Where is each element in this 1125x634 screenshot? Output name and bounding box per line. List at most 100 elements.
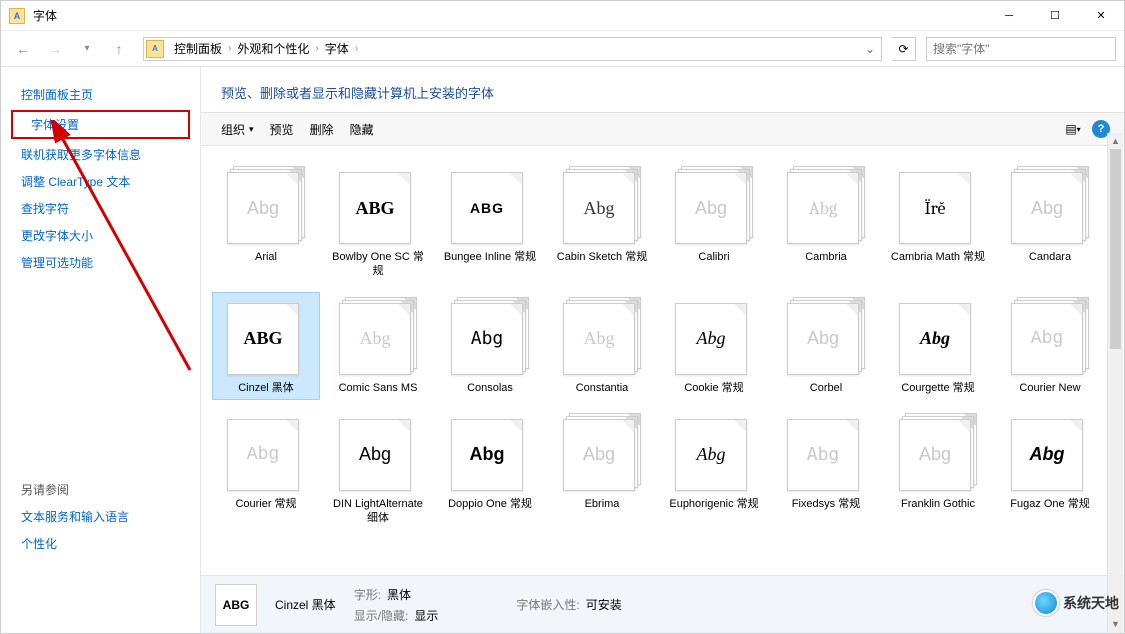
sidebar-item-optional-features[interactable]: 管理可选功能 — [1, 249, 200, 276]
font-grid-scroll[interactable]: AbgArialABGBowlby One SC 常规ABGBungee Inl… — [201, 146, 1124, 575]
scroll-thumb[interactable] — [1110, 149, 1121, 349]
font-sample: Abg — [1011, 303, 1083, 375]
sidebar-item-cleartype[interactable]: 调整 ClearType 文本 — [1, 168, 200, 195]
font-item[interactable]: AbgFixedsys 常规 — [773, 409, 879, 530]
toolbar: 组织▾ 预览 删除 隐藏 ▤ ▾ ? — [201, 112, 1124, 146]
font-item[interactable]: Abg Euphorigenic 常规 — [661, 409, 767, 530]
font-label: Bowlby One SC 常规 — [328, 250, 428, 279]
font-item[interactable]: AbgArial — [213, 162, 319, 283]
forward-button[interactable]: → — [41, 35, 69, 63]
font-item[interactable]: AbgConsolas — [437, 293, 543, 399]
sidebar-item-text-services[interactable]: 文本服务和输入语言 — [1, 503, 200, 530]
page-heading: 预览、删除或者显示和隐藏计算机上安装的字体 — [201, 67, 1124, 112]
font-sample: Ïrĕ — [899, 172, 971, 244]
font-thumbnail: Abg — [1011, 297, 1089, 375]
back-button[interactable]: ← — [9, 35, 37, 63]
view-options-button[interactable]: ▤ ▾ — [1062, 118, 1084, 140]
refresh-button[interactable]: ⟳ — [892, 37, 916, 61]
maximize-button[interactable]: ☐ — [1032, 1, 1078, 31]
breadcrumb-appearance[interactable]: 外观和个性化 — [233, 40, 313, 57]
details-showhide-label: 显示/隐藏: — [354, 607, 409, 624]
address-bar[interactable]: A 控制面板 › 外观和个性化 › 字体 › ⌄ — [143, 37, 882, 61]
scroll-track[interactable] — [1108, 149, 1123, 616]
sidebar-item-home[interactable]: 控制面板主页 — [1, 81, 200, 108]
window-controls: ─ ☐ ✕ — [986, 1, 1124, 31]
scroll-up-button[interactable]: ▲ — [1108, 133, 1123, 149]
font-sample: Abg — [339, 303, 411, 375]
sidebar-item-find-char[interactable]: 查找字符 — [1, 195, 200, 222]
font-thumbnail: ABG — [227, 297, 305, 375]
font-label: Corbel — [810, 381, 842, 395]
font-thumbnail: Abg — [339, 413, 417, 491]
font-thumbnail: Abg — [227, 413, 305, 491]
hide-button[interactable]: 隐藏 — [342, 117, 382, 142]
font-item[interactable]: AbgFugaz One 常规 — [997, 409, 1103, 530]
font-item[interactable]: ABG Bowlby One SC 常规 — [325, 162, 431, 283]
search-input[interactable] — [926, 37, 1116, 61]
sidebar-item-personalization[interactable]: 个性化 — [1, 530, 200, 557]
font-item[interactable]: Abg Courier New — [997, 293, 1103, 399]
breadcrumb-control-panel[interactable]: 控制面板 — [170, 40, 226, 57]
font-item[interactable]: ABG Cinzel 黑体 — [213, 293, 319, 399]
font-label: Constantia — [576, 381, 629, 395]
font-sample: Abg — [675, 419, 747, 491]
font-item[interactable]: ÏrĕCambria Math 常规 — [885, 162, 991, 283]
organize-button[interactable]: 组织▾ — [213, 117, 262, 142]
up-button[interactable]: ↑ — [105, 35, 133, 63]
font-item[interactable]: AbgCookie 常规 — [661, 293, 767, 399]
preview-button[interactable]: 预览 — [262, 117, 302, 142]
font-thumbnail: Abg — [675, 166, 753, 244]
font-thumbnail: ABG — [451, 166, 529, 244]
font-item[interactable]: AbgDIN LightAlternate 细体 — [325, 409, 431, 530]
font-item[interactable]: AbgCourgette 常规 — [885, 293, 991, 399]
font-thumbnail: Abg — [899, 413, 977, 491]
font-label: Arial — [255, 250, 277, 264]
font-item[interactable]: ABG Bungee Inline 常规 — [437, 162, 543, 283]
breadcrumb-fonts[interactable]: 字体 — [321, 40, 353, 57]
recent-dropdown-button[interactable]: ▾ — [73, 35, 101, 63]
delete-button[interactable]: 删除 — [302, 117, 342, 142]
font-item[interactable]: AbgCabin Sketch 常规 — [549, 162, 655, 283]
font-sample: Abg — [675, 303, 747, 375]
font-label: Cinzel 黑体 — [238, 381, 294, 395]
details-embed-label: 字体嵌入性: — [516, 596, 579, 613]
font-thumbnail: ABG — [339, 166, 417, 244]
sidebar-item-font-size[interactable]: 更改字体大小 — [1, 222, 200, 249]
main: 预览、删除或者显示和隐藏计算机上安装的字体 组织▾ 预览 删除 隐藏 ▤ ▾ ?… — [201, 67, 1124, 633]
sidebar: 控制面板主页 字体设置 联机获取更多字体信息 调整 ClearType 文本 查… — [1, 67, 201, 633]
address-dropdown-button[interactable]: ⌄ — [861, 42, 879, 56]
breadcrumb-separator-icon: › — [226, 43, 233, 54]
font-label: Courier New — [1019, 381, 1080, 395]
font-thumbnail: Abg — [675, 413, 753, 491]
breadcrumb-separator-icon: › — [353, 43, 360, 54]
font-item[interactable]: AbgCalibri — [661, 162, 767, 283]
font-item[interactable]: AbgCambria — [773, 162, 879, 283]
font-item[interactable]: AbgCourier 常规 — [213, 409, 319, 530]
font-sample: ABG — [339, 172, 411, 244]
font-grid: AbgArialABGBowlby One SC 常规ABGBungee Inl… — [213, 162, 1112, 529]
font-thumbnail: Abg — [1011, 413, 1089, 491]
font-sample: Abg — [787, 172, 859, 244]
details-pane: ABG Cinzel 黑体 字形:黑体 显示/隐藏:显示 字体嵌入性:可安装 — [201, 575, 1124, 633]
font-label: Bungee Inline 常规 — [444, 250, 536, 264]
vertical-scrollbar[interactable]: ▲ ▼ — [1107, 133, 1123, 632]
minimize-button[interactable]: ─ — [986, 1, 1032, 31]
close-button[interactable]: ✕ — [1078, 1, 1124, 31]
sidebar-item-font-settings[interactable]: 字体设置 — [11, 110, 190, 139]
font-label: Euphorigenic 常规 — [669, 497, 758, 511]
font-thumbnail: Abg — [787, 166, 865, 244]
address-icon: A — [146, 40, 164, 58]
sidebar-item-online-fonts[interactable]: 联机获取更多字体信息 — [1, 141, 200, 168]
font-label: Franklin Gothic — [901, 497, 975, 511]
font-item[interactable]: AbgCorbel — [773, 293, 879, 399]
font-item[interactable]: AbgDoppio One 常规 — [437, 409, 543, 530]
see-also-heading: 另请参阅 — [1, 476, 200, 503]
scroll-down-button[interactable]: ▼ — [1108, 616, 1123, 632]
details-embed-value: 可安装 — [586, 596, 622, 613]
font-item[interactable]: Abg Franklin Gothic — [885, 409, 991, 530]
font-item[interactable]: AbgComic Sans MS — [325, 293, 431, 399]
font-item[interactable]: AbgEbrima — [549, 409, 655, 530]
font-item[interactable]: AbgConstantia — [549, 293, 655, 399]
breadcrumb-separator-icon: › — [313, 43, 320, 54]
font-item[interactable]: AbgCandara — [997, 162, 1103, 283]
